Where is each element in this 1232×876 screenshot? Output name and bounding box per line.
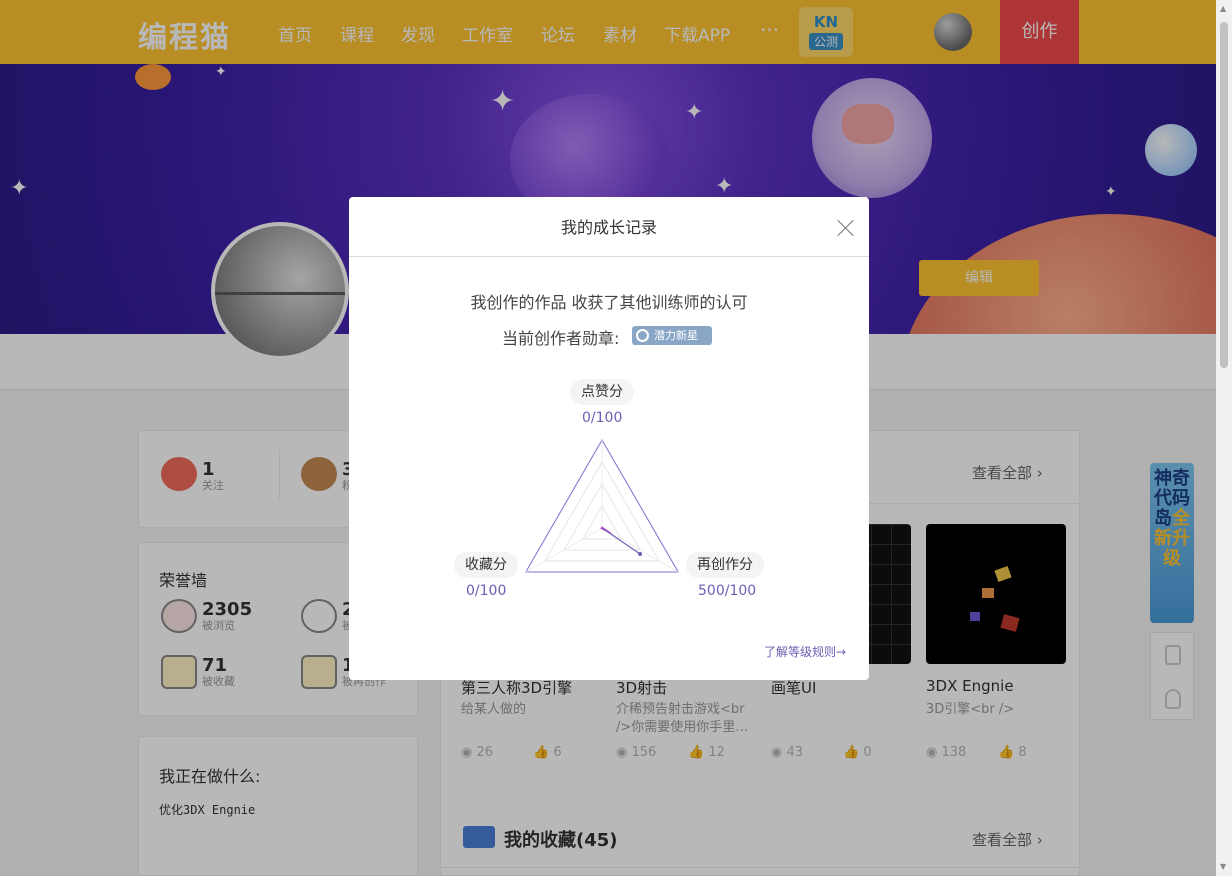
collect-score: 0/100 <box>466 583 507 599</box>
scroll-down-icon[interactable]: ▼ <box>1220 862 1226 871</box>
growth-record-modal: 我的成长记录 我创作的作品 收获了其他训练师的认可 当前创作者勋章: 潜力新星 … <box>349 197 869 680</box>
recreate-axis-label: 再创作分 <box>686 552 764 578</box>
radar-recreate-dot <box>638 552 643 556</box>
like-axis-label: 点赞分 <box>570 379 634 405</box>
radar-chart <box>524 439 680 573</box>
scrollbar-thumb[interactable] <box>1220 22 1228 368</box>
radar-grid <box>524 439 680 573</box>
like-score: 0/100 <box>582 410 623 426</box>
scroll-up-icon[interactable]: ▲ <box>1220 4 1226 13</box>
page-scrollbar[interactable]: ▲ ▼ <box>1216 0 1232 876</box>
level-rules-link[interactable]: 了解等级规则→ <box>764 643 846 660</box>
collect-axis-label: 收藏分 <box>454 552 518 578</box>
recreate-score: 500/100 <box>698 583 757 599</box>
